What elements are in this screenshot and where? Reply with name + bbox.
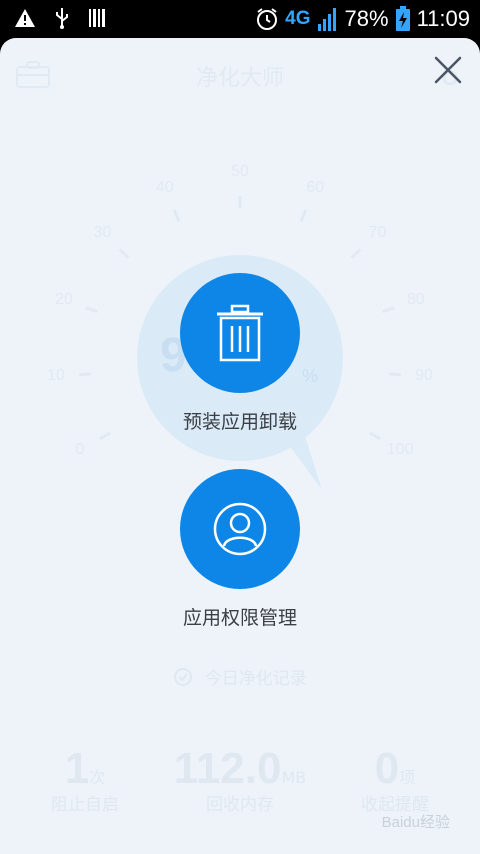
cleaner-main-page: 净化大师 0 10 20 30 40 50 60 70 80 90 100 9 %	[0, 38, 480, 854]
signal-icon	[317, 8, 336, 31]
stat-label: 阻止自启	[51, 795, 119, 815]
permission-label: 应用权限管理	[182, 607, 297, 629]
stat-value: 1	[64, 744, 90, 793]
battery-percent: 78%	[344, 6, 389, 31]
network-type: 4G	[285, 8, 311, 29]
stat-unit: MB	[281, 768, 307, 787]
stat-reminders: 0项 收起提醒	[330, 744, 460, 815]
today-record-label: 今日净化记录	[204, 669, 307, 689]
warning-icon	[15, 9, 35, 27]
clock: 11:09	[416, 6, 470, 31]
watermark: Baidu经验	[381, 814, 450, 831]
barcode-icon	[89, 9, 105, 27]
today-record: 今日净化记录	[0, 664, 480, 689]
app-permission-action[interactable]: 应用权限管理	[120, 469, 360, 630]
user-icon	[213, 502, 267, 556]
uninstall-preinstalled-action[interactable]: 预装应用卸载	[120, 273, 360, 434]
stat-unit: 项	[399, 768, 416, 787]
system-icons: 4G 78% 11:09	[255, 4, 470, 34]
stats-row: 1次 阻止自启 112.0MB 回收内存 0项 收起提醒	[0, 744, 480, 854]
stat-unit: 次	[89, 768, 106, 787]
battery-charging-icon	[395, 6, 410, 31]
stat-value: 0	[374, 744, 400, 793]
trash-icon	[217, 304, 263, 362]
stat-blocked: 1次 阻止自启	[20, 744, 150, 815]
uninstall-button[interactable]	[180, 273, 300, 393]
stat-value: 112.0	[173, 744, 282, 793]
uninstall-label: 预装应用卸载	[182, 411, 297, 433]
permission-button[interactable]	[180, 469, 300, 589]
status-bar: 4G 78% 11:09	[0, 0, 480, 38]
usb-icon	[56, 8, 68, 29]
alarm-icon	[257, 8, 278, 30]
notification-icons	[14, 7, 106, 29]
check-circle-icon	[174, 668, 193, 686]
stat-memory: 112.0MB 回收内存	[160, 744, 320, 815]
